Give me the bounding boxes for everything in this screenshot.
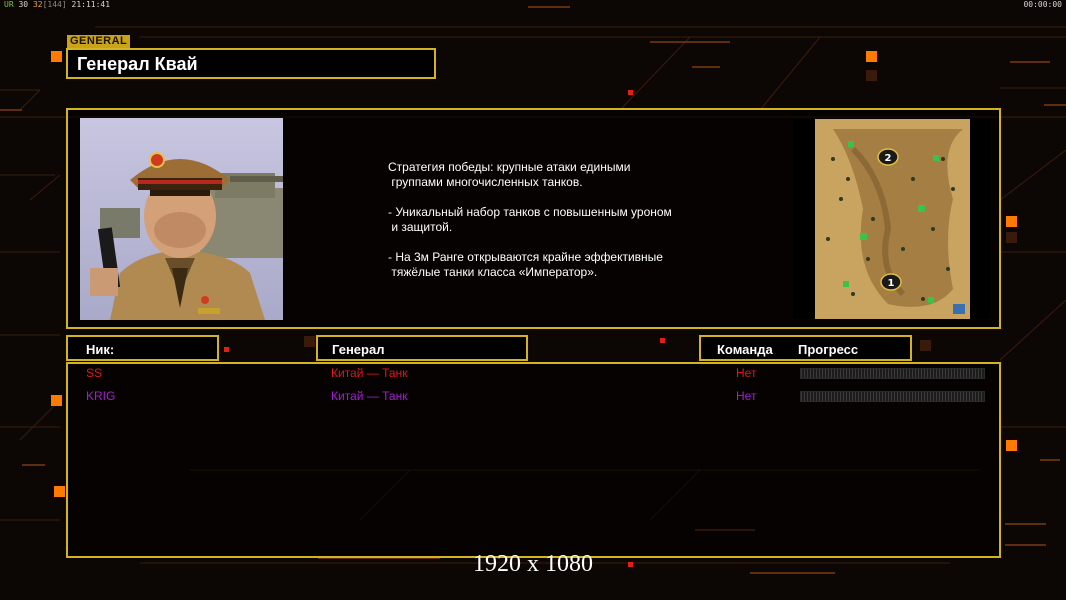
map-preview-icon: 2 1 (793, 119, 990, 319)
header-team: Команда (717, 342, 773, 357)
general-title-box: Генерал Квай (66, 48, 436, 79)
map-marker-1: 1 (888, 278, 895, 289)
player-row-1-progress-bar (800, 368, 985, 379)
header-progress: Прогресс (798, 342, 859, 357)
player-row-1-general[interactable]: Китай — Танк (331, 366, 407, 380)
strategy-line-2: - Уникальный набор танков с повышенным у… (388, 205, 672, 234)
header-general: Генерал (332, 342, 385, 357)
header-general-box: Генерал (316, 335, 528, 361)
map-marker-2: 2 (885, 153, 892, 164)
overlay-fps-bracket: [144] (42, 0, 67, 9)
resolution-label: 1920 x 1080 (473, 551, 593, 577)
overlay-ur-label: UR (4, 0, 14, 9)
player-row-1-team[interactable]: Нет (736, 366, 756, 380)
overlay-fps2: 32 (32, 0, 43, 9)
general-tag: GENERAL (67, 35, 131, 48)
player-row-2-team[interactable]: Нет (736, 389, 756, 403)
player-row-2-progress-bar (800, 391, 985, 402)
general-portrait-icon (80, 118, 283, 320)
player-row-2-general[interactable]: Китай — Танк (331, 389, 407, 403)
player-row-2-nick: KRIG (86, 389, 116, 403)
strategy-line-1: Стратегия победы: крупные атаки едиными … (388, 160, 631, 189)
general-strategy-text: Стратегия победы: крупные атаки едиными … (388, 160, 718, 295)
general-name: Генерал Квай (77, 54, 198, 74)
strategy-line-3: - На 3м Ранге открываются крайне эффекти… (388, 250, 663, 279)
overlay-fps1: 30 (18, 0, 29, 9)
overlay-clock: 21:11:41 (71, 0, 111, 9)
header-nick-box: Ник: (66, 335, 219, 361)
player-row-1-nick: SS (86, 366, 103, 380)
header-nick: Ник: (86, 342, 115, 357)
timer-overlay: 00:00:00 (1023, 0, 1062, 9)
header-team-progress-box: Команда Прогресс (699, 335, 912, 361)
fps-overlay: UR 30 32[144] 21:11:41 (4, 0, 110, 9)
